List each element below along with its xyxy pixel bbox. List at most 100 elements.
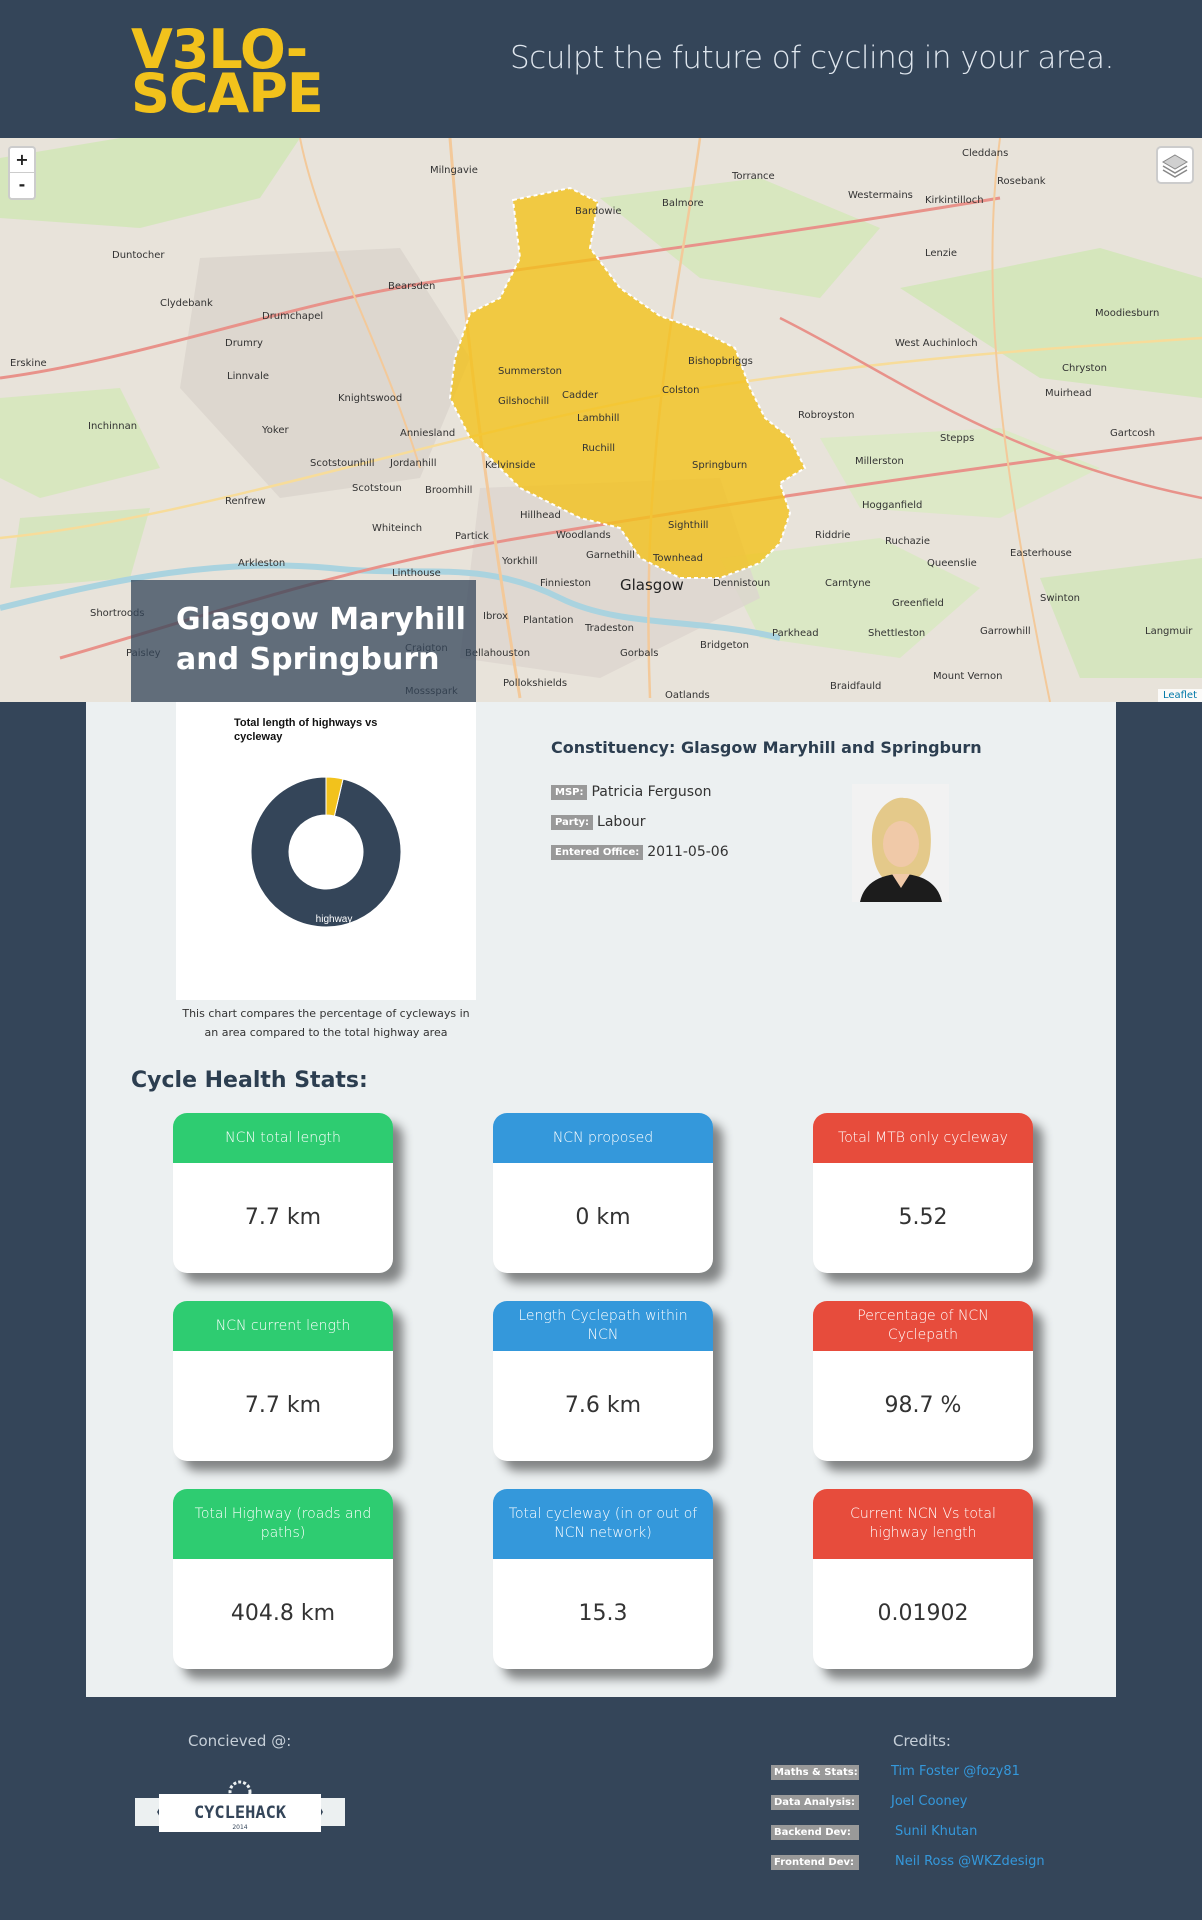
map-place-label: Greenfield	[892, 598, 944, 609]
map-place-label: Plantation	[523, 615, 574, 626]
stat-card-label: Percentage of NCN Cyclepath	[813, 1301, 1033, 1351]
layers-button[interactable]	[1156, 146, 1194, 184]
credit-row: Backend Dev: Sunil Khutan	[771, 1824, 977, 1840]
map-attribution-link[interactable]: Leaflet	[1157, 689, 1202, 702]
map[interactable]: Milngavie Torrance Cleddans Rosebank Wes…	[0, 138, 1202, 702]
credit-name-link[interactable]: Sunil Khutan	[895, 1824, 977, 1839]
credit-name-link[interactable]: Joel Cooney	[891, 1794, 967, 1809]
map-place-label: Cleddans	[962, 148, 1009, 159]
map-place-label: Duntocher	[112, 250, 165, 261]
map-place-label: Chryston	[1062, 363, 1107, 374]
map-place-label: Hogganfield	[862, 500, 923, 511]
stat-card-value: 404.8 km	[230, 1601, 336, 1626]
zoom-in-button[interactable]: +	[10, 148, 34, 173]
logo[interactable]: V3LO- SCAPE	[131, 23, 324, 125]
map-place-label: Partick	[455, 531, 489, 542]
stat-card-ncn-total-length: NCN total length 7.7 km	[173, 1113, 393, 1273]
constituency-title: Constituency: Glasgow Maryhill and Sprin…	[551, 738, 982, 757]
map-place-label: Stepps	[940, 433, 975, 444]
map-place-label: Carntyne	[825, 578, 871, 589]
map-place-label: Torrance	[732, 171, 775, 182]
stat-card-label: NCN current length	[173, 1301, 393, 1351]
credit-row: Data Analysis: Joel Cooney	[771, 1794, 967, 1810]
map-place-label: Garrowhill	[980, 626, 1031, 637]
stat-card-label: Current NCN Vs total highway length	[813, 1489, 1033, 1559]
stat-card-label: NCN total length	[173, 1113, 393, 1163]
map-place-label: Balmore	[662, 198, 704, 209]
stat-card-label: Total cycleway (in or out of NCN network…	[493, 1489, 713, 1559]
map-place-label: Springburn	[692, 460, 748, 471]
stat-card-value: 5.52	[898, 1205, 948, 1230]
credit-role: Maths & Stats:	[771, 1765, 859, 1780]
map-place-label: Clydebank	[160, 298, 213, 309]
credit-row: Maths & Stats: Tim Foster @fozy81	[771, 1764, 1020, 1780]
credit-role: Backend Dev:	[771, 1825, 859, 1840]
map-place-label: Ibrox	[483, 611, 508, 622]
map-place-label: Lambhill	[577, 413, 620, 424]
zoom-out-button[interactable]: -	[10, 173, 34, 198]
conceived-heading: Concieved @:	[188, 1732, 292, 1750]
stat-card-value: 7.7 km	[244, 1205, 322, 1230]
map-place-label: Linnvale	[227, 371, 270, 382]
map-place-label: Muirhead	[1045, 388, 1092, 399]
map-place-label: Cadder	[562, 390, 599, 401]
map-place-label: Swinton	[1040, 593, 1081, 604]
map-place-label: Erskine	[10, 358, 47, 369]
map-place-label: Kelvinside	[485, 460, 536, 471]
map-place-label: Summerston	[498, 366, 563, 377]
stat-card-value: 0 km	[575, 1205, 631, 1230]
map-place-label: Sighthill	[668, 520, 709, 531]
stat-card-cyclepath-within-ncn: Length Cyclepath within NCN 7.6 km	[493, 1301, 713, 1461]
stat-card-value: 15.3	[578, 1601, 628, 1626]
map-place-label: Linthouse	[392, 568, 441, 579]
logo-line-2: SCAPE	[131, 62, 324, 125]
party-row: Party: Labour	[551, 814, 646, 830]
map-place-label: Queenslie	[927, 558, 977, 569]
party-label: Party:	[551, 815, 594, 830]
credit-row: Frontend Dev: Neil Ross @WKZdesign	[771, 1854, 1045, 1870]
map-place-label: Townhead	[653, 553, 704, 564]
donut-chart: highway	[250, 776, 402, 928]
map-place-label: Broomhill	[425, 485, 473, 496]
stat-card-label: Total Highway (roads and paths)	[173, 1489, 393, 1559]
stat-card-value: 98.7 %	[884, 1393, 962, 1418]
map-place-label: Inchinnan	[88, 421, 138, 432]
main-panel: highway Total length of highways vs cycl…	[86, 702, 1116, 1697]
map-place-label: Pollokshields	[503, 678, 568, 689]
map-place-label: Parkhead	[772, 628, 819, 639]
office-row: Entered Office: 2011-05-06	[551, 844, 729, 860]
credit-name-link[interactable]: Neil Ross	[895, 1854, 954, 1869]
map-place-label: Colston	[662, 385, 700, 396]
map-place-label: Easterhouse	[1010, 548, 1072, 559]
area-title: Glasgow Maryhill and Springburn	[176, 602, 466, 677]
header: V3LO- SCAPE Sculpt the future of cycling…	[0, 0, 1202, 138]
map-place-label: Hillhead	[520, 510, 561, 521]
credit-name-link[interactable]: Tim Foster	[891, 1764, 959, 1779]
map-place-label: Millerston	[855, 456, 904, 467]
map-place-label: Tradeston	[585, 623, 634, 634]
map-place-label: Scotstoun	[352, 483, 402, 494]
layers-icon	[1162, 154, 1188, 178]
party-value: Labour	[597, 814, 646, 830]
map-place-label: Glasgow	[620, 576, 684, 594]
chart-caption: This chart compares the percentage of cy…	[182, 1007, 470, 1039]
map-place-label: Yorkhill	[502, 556, 538, 567]
donut-slice-label: highway	[316, 914, 353, 925]
map-place-label: Moodiesburn	[1095, 308, 1160, 319]
map-place-label: Westermains	[848, 190, 913, 201]
credit-role: Data Analysis:	[771, 1795, 859, 1810]
chart-title: Total length of highways vs cycleway	[234, 717, 378, 743]
stat-card-value: 7.7 km	[244, 1393, 322, 1418]
map-place-label: Ruchill	[582, 443, 616, 454]
credit-handle-link[interactable]: @fozy81	[963, 1764, 1020, 1779]
msp-value: Patricia Ferguson	[591, 784, 712, 800]
map-place-label: Bridgeton	[700, 640, 749, 651]
map-place-label: Gartcosh	[1110, 428, 1156, 439]
stat-card-total-highway: Total Highway (roads and paths) 404.8 km	[173, 1489, 393, 1669]
map-place-label: Jordanhill	[390, 458, 437, 469]
map-place-label: Braidfauld	[830, 681, 882, 692]
cyclehack-year: 2014	[232, 1824, 247, 1831]
cyclehack-logo[interactable]: CYCLEHACK 2014	[135, 1778, 345, 1842]
credit-handle-link[interactable]: @WKZdesign	[958, 1854, 1044, 1869]
map-place-label: Woodlands	[556, 530, 611, 541]
